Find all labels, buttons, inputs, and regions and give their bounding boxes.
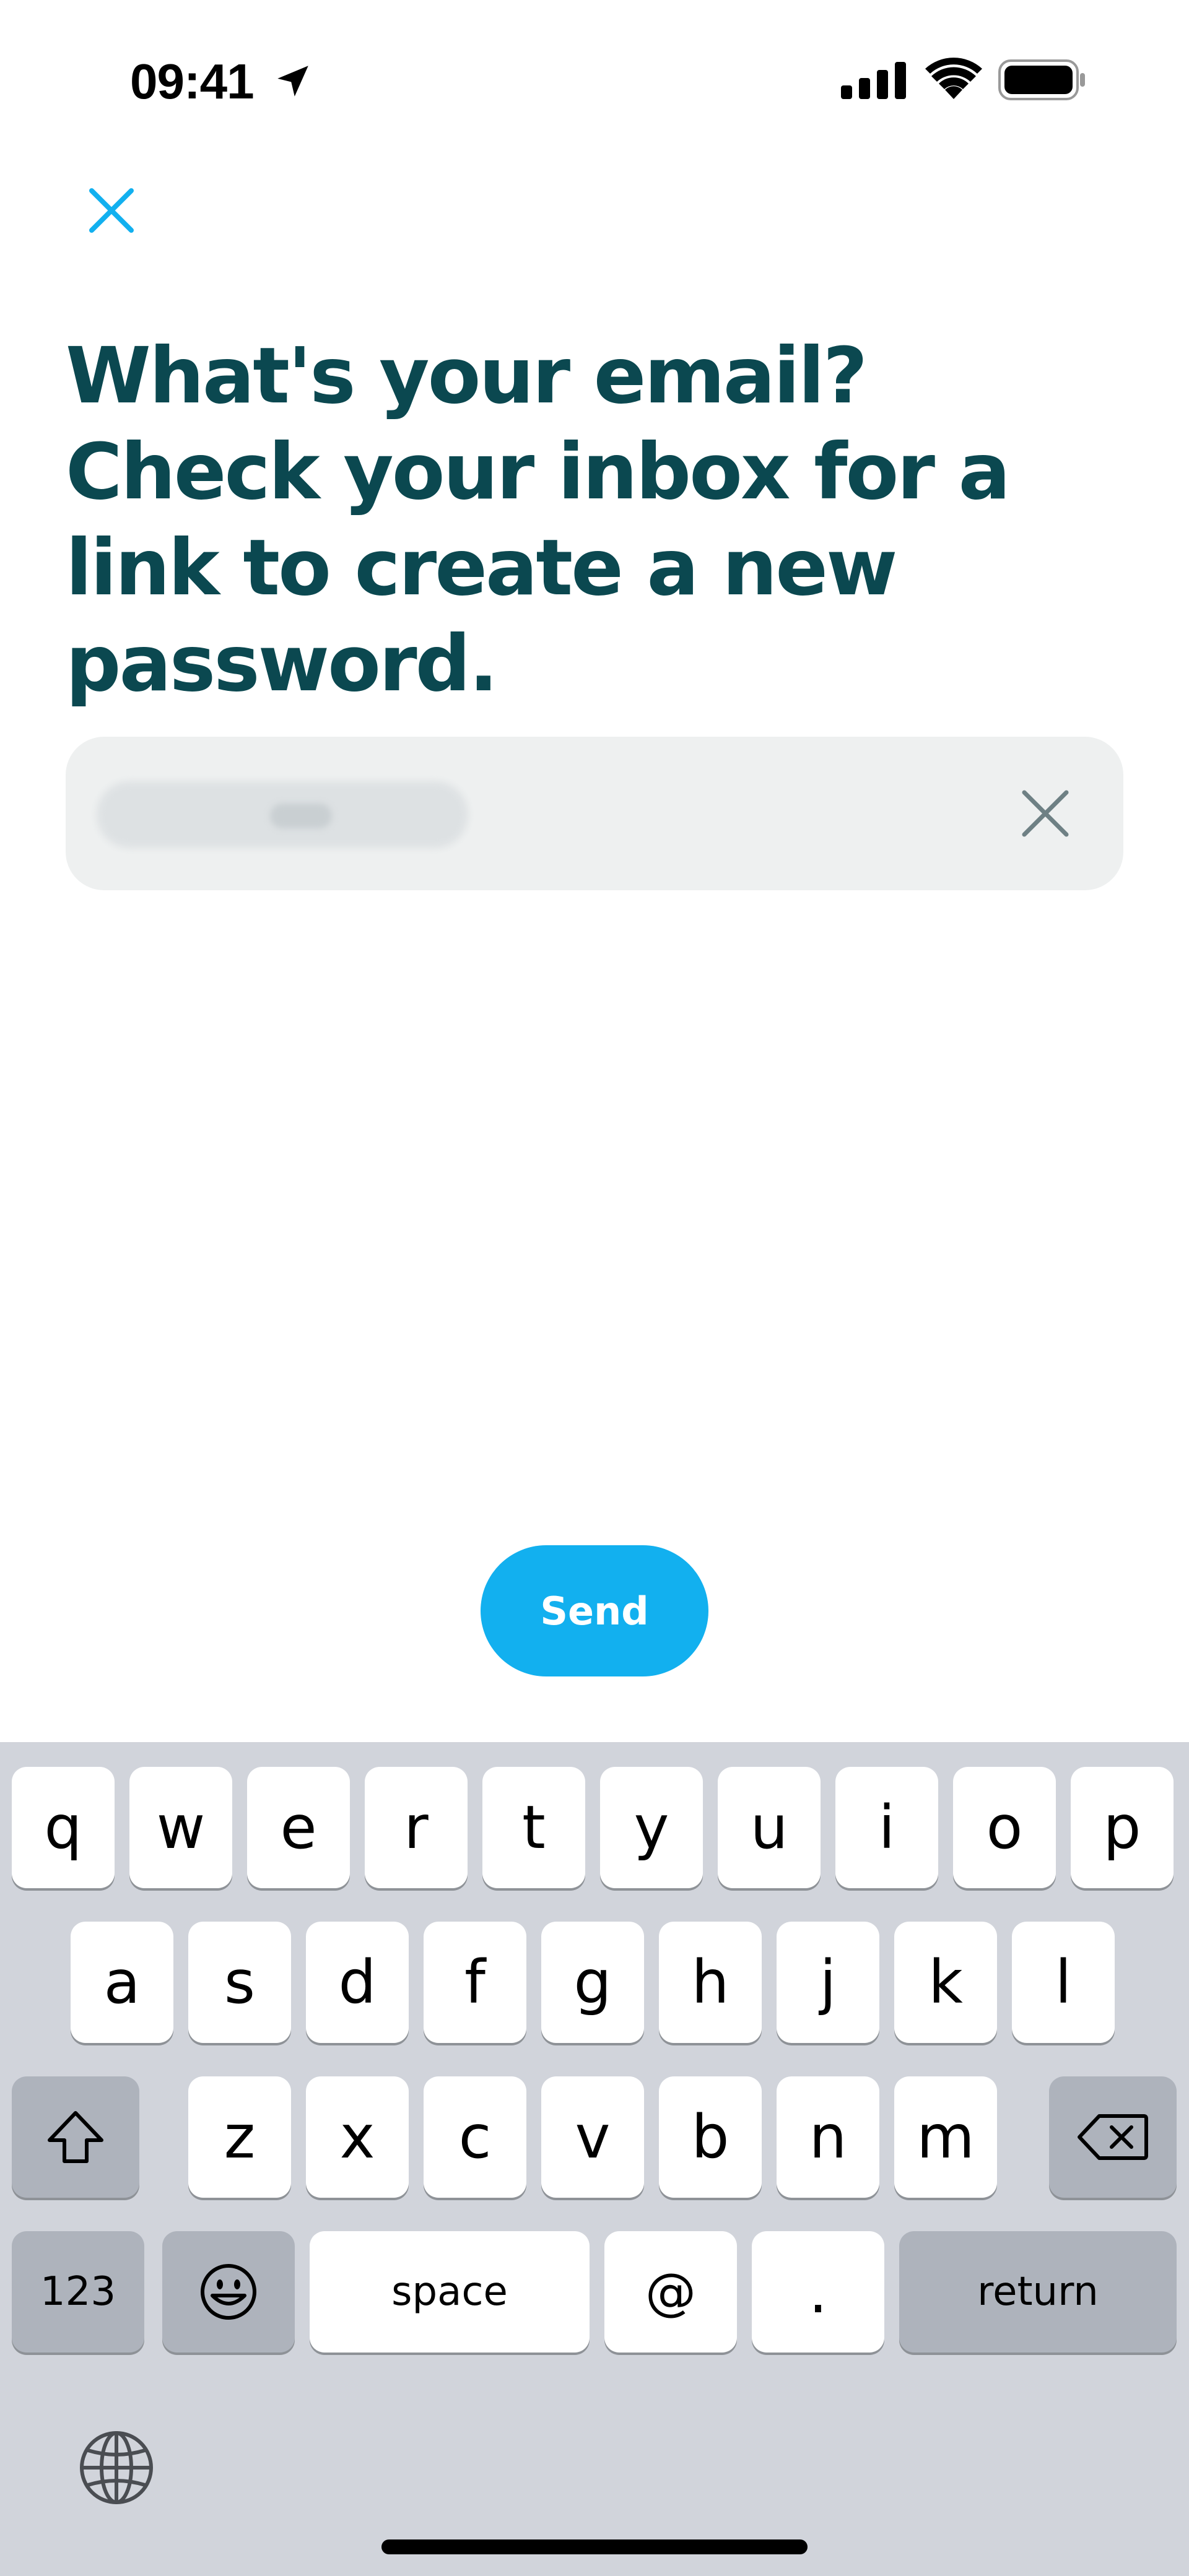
emoji-key[interactable] <box>162 2231 295 2353</box>
space-key[interactable]: space <box>310 2231 590 2353</box>
key-a[interactable]: a <box>71 1922 173 2043</box>
key-o[interactable]: o <box>953 1767 1056 1888</box>
cellular-signal-icon <box>841 62 906 99</box>
key-e[interactable]: e <box>247 1767 350 1888</box>
key-c[interactable]: c <box>424 2076 526 2198</box>
key-d[interactable]: d <box>306 1922 409 2043</box>
key-q[interactable]: q <box>12 1767 115 1888</box>
clear-input-icon[interactable] <box>1017 785 1074 842</box>
page-title: What's your email? Check your inbox for … <box>66 331 1011 709</box>
key-y[interactable]: y <box>600 1767 703 1888</box>
at-key[interactable]: @ <box>604 2231 737 2353</box>
backspace-icon <box>1078 2114 1148 2160</box>
key-b[interactable]: b <box>659 2076 762 2198</box>
delete-key[interactable] <box>1049 2076 1177 2198</box>
key-f[interactable]: f <box>424 1922 526 2043</box>
globe-icon <box>80 2431 153 2504</box>
key-m[interactable]: m <box>894 2076 997 2198</box>
key-n[interactable]: n <box>777 2076 879 2198</box>
key-j[interactable]: j <box>777 1922 879 2043</box>
key-i[interactable]: i <box>835 1767 938 1888</box>
key-w[interactable]: w <box>129 1767 232 1888</box>
period-key[interactable]: . <box>752 2231 884 2353</box>
key-t[interactable]: t <box>482 1767 585 1888</box>
key-x[interactable]: x <box>306 2076 409 2198</box>
key-p[interactable]: p <box>1071 1767 1174 1888</box>
key-k[interactable]: k <box>894 1922 997 2043</box>
key-s[interactable]: s <box>188 1922 291 2043</box>
battery-icon <box>998 59 1085 100</box>
key-g[interactable]: g <box>541 1922 644 2043</box>
redacted-email-value-detail <box>270 804 332 828</box>
globe-key[interactable] <box>78 2429 155 2506</box>
key-v[interactable]: v <box>541 2076 644 2198</box>
key-u[interactable]: u <box>718 1767 821 1888</box>
email-field[interactable] <box>66 737 1123 890</box>
location-arrow-icon <box>277 66 308 97</box>
return-key[interactable]: return <box>899 2231 1177 2353</box>
send-button[interactable]: Send <box>481 1545 708 1676</box>
home-indicator <box>381 2539 808 2554</box>
key-r[interactable]: r <box>365 1767 468 1888</box>
shift-key[interactable] <box>12 2076 139 2198</box>
key-l[interactable]: l <box>1012 1922 1115 2043</box>
close-icon <box>89 188 134 233</box>
keyboard: q w e r t y u i o p a s d f g h j k l z … <box>0 1742 1189 2576</box>
shift-icon <box>48 2111 103 2163</box>
close-button[interactable] <box>81 180 142 241</box>
key-z[interactable]: z <box>188 2076 291 2198</box>
key-h[interactable]: h <box>659 1922 762 2043</box>
numbers-key[interactable]: 123 <box>12 2231 144 2353</box>
wifi-icon <box>925 58 982 99</box>
status-time: 09:41 <box>130 54 255 109</box>
emoji-icon <box>201 2264 256 2320</box>
